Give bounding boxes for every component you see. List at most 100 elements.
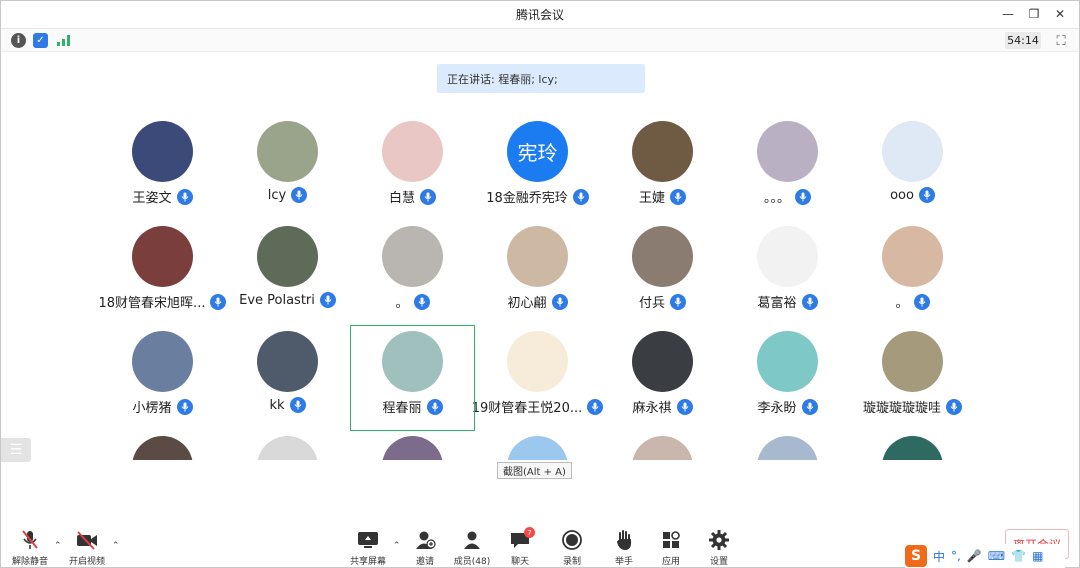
avatar [132,331,193,392]
keyboard-icon[interactable]: ⌨ [988,549,1005,563]
punctuation-icon[interactable]: °, [951,549,961,563]
minimize-icon[interactable]: — [995,1,1021,27]
info-icon[interactable]: i [11,33,26,48]
record-button[interactable]: 录制 [548,529,596,567]
mic-icon [801,398,818,415]
participant-tile[interactable]: kk [225,329,350,434]
video-off-icon [75,529,99,551]
invite-button[interactable]: 邀请 [401,529,449,567]
participant-name-text: 璇璇璇璇璇哇 [862,401,941,416]
mic-icon [413,293,430,310]
raise-hand-button[interactable]: 举手 [600,529,648,567]
participant-tile[interactable]: 李永盼 [725,329,850,434]
participant-name-text: kk [269,397,285,413]
ime-language[interactable]: 中 [933,548,945,565]
speaking-banner: 正在讲话: 程春丽; lcy; [437,64,645,93]
participant-tile[interactable]: 18财管春宋旭晖... [100,224,227,329]
share-options-chevron-icon[interactable]: ⌃ [393,541,401,551]
mic-icon [551,293,568,310]
active-speaker-highlight [350,325,475,431]
participant-tile[interactable]: 付兵 [600,224,725,329]
mic-icon [176,188,193,205]
participant-tile[interactable]: Eve Polastri [225,224,350,329]
avatar [382,436,443,460]
ime-logo-icon[interactable]: S [905,545,927,567]
mic-icon [913,293,930,310]
avatar [757,226,818,287]
signal-icon[interactable] [56,33,71,48]
avatar [132,121,193,182]
info-bar: i ✓ 54:14 ⛶ [1,28,1079,52]
restore-icon[interactable]: ❐ [1021,1,1047,27]
start-video-button[interactable]: 开启视频 [63,529,111,567]
participant-tile[interactable]: 初心翩 [475,224,600,329]
participant-tile[interactable]: 。 [350,224,475,329]
members-icon [461,529,483,551]
participant-name-text: lcy [267,187,287,203]
avatar [632,331,693,392]
close-icon[interactable]: ✕ [1047,1,1073,27]
participant-name: 18金融乔宪玲 [465,187,610,206]
video-options-chevron-icon[interactable]: ⌃ [112,541,120,551]
ime-mic-icon[interactable]: 🎤 [967,549,982,563]
participant-grid: 王姿文 lcy 白慧 宪玲 18金融乔宪玲 王婕 。。。 ooo 18财管春宋旭晖... Eve … [100,119,980,460]
participant-tile[interactable]: 璇璇璇璇璇哇 [850,329,975,434]
mic-icon [319,292,336,308]
avatar [382,226,443,287]
share-screen-icon [356,529,380,551]
participant-tile[interactable]: 小楞猪 [100,329,225,434]
participant-name: 麻永祺 [590,397,735,416]
participant-tile[interactable]: 葛富裕 [725,224,850,329]
list-toggle-button[interactable]: ☰ [1,438,31,462]
participant-tile[interactable]: ooo [850,119,975,224]
participant-tile[interactable] [850,434,975,460]
gear-icon [708,529,730,551]
fullscreen-icon[interactable]: ⛶ [1053,33,1069,49]
unmute-button[interactable]: 解除静音 [6,529,54,567]
participant-tile[interactable] [600,434,725,460]
raise-hand-label: 举手 [614,557,633,567]
settings-button[interactable]: 设置 [695,529,743,567]
participant-tile[interactable]: 宪玲 18金融乔宪玲 [475,119,600,224]
participant-tile[interactable]: 19财管春王悦20... [472,329,604,434]
hand-icon [614,529,634,551]
participant-tile[interactable] [225,434,350,460]
shield-icon[interactable]: ✓ [33,33,48,48]
participant-tile[interactable]: 王姿文 [100,119,225,224]
participant-tile[interactable]: lcy [225,119,350,224]
share-screen-button[interactable]: 共享屏幕 [344,529,392,567]
participant-name-text: 。 [895,296,909,311]
avatar [882,121,943,182]
window-controls: — ❐ ✕ [995,1,1073,27]
participant-name: 初心翩 [465,292,610,311]
skin-icon[interactable]: 👕 [1011,549,1026,563]
members-button[interactable]: 成员(48) [448,529,496,567]
mic-icon [676,398,693,415]
avatar [632,226,693,287]
participant-name: 。 [840,292,980,311]
participant-tile[interactable]: 麻永祺 [600,329,725,434]
mic-icon [572,188,589,205]
members-label: 成员(48) [453,557,491,567]
participant-name: 白慧 [340,187,485,206]
avatar [757,436,818,460]
audio-options-chevron-icon[interactable]: ⌃ [54,541,62,551]
meeting-window: 腾讯会议 — ❐ ✕ i ✓ 54:14 ⛶ 正在讲话: 程春丽; lcy; 王… [0,0,1080,568]
participant-name-text: Eve Polastri [239,292,315,308]
mic-icon [176,398,193,415]
participant-tile[interactable] [100,434,225,460]
apps-button[interactable]: 应用 [647,529,695,567]
participant-tile[interactable] [475,434,600,460]
participant-tile[interactable] [725,434,850,460]
participant-tile[interactable]: 。。。 [725,119,850,224]
mic-icon [289,397,306,413]
participant-tile[interactable] [350,434,475,460]
participant-tile[interactable]: 。 [850,224,975,329]
invite-label: 邀请 [415,557,434,567]
participant-tile[interactable]: 王婕 [600,119,725,224]
chat-button[interactable]: 7 聊天 [496,527,544,567]
participant-name-text: 18财管春宋旭晖... [100,296,206,311]
ime-menu-icon[interactable]: ▦ [1032,549,1043,563]
participant-name-text: 葛富裕 [757,296,797,311]
participant-tile[interactable]: 白慧 [350,119,475,224]
